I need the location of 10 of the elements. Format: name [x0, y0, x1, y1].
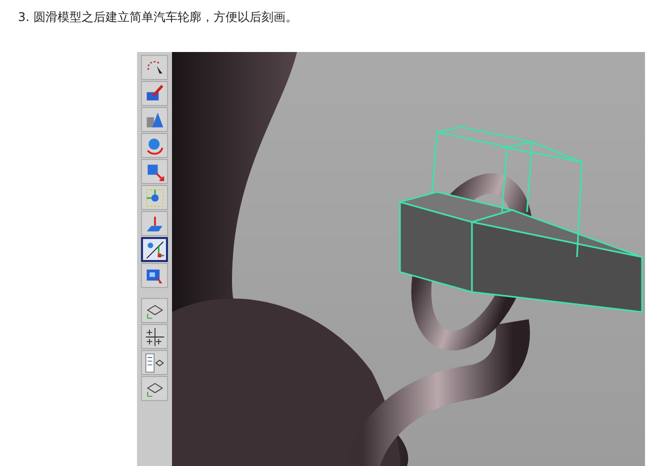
tool-button[interactable]: [141, 324, 168, 349]
manipulator-icon: [144, 186, 166, 208]
tool-button[interactable]: [141, 376, 168, 401]
tool-button[interactable]: [141, 237, 168, 262]
step-heading: 3. 圆滑模型之后建立简单汽车轮廓，方便以后刻画。: [17, 9, 298, 26]
outliner-view-icon: [144, 352, 166, 374]
show-manipulator-icon: [144, 238, 166, 260]
four-view-icon: [144, 326, 166, 348]
tool-button[interactable]: [141, 350, 168, 375]
tool-button[interactable]: [141, 298, 168, 323]
